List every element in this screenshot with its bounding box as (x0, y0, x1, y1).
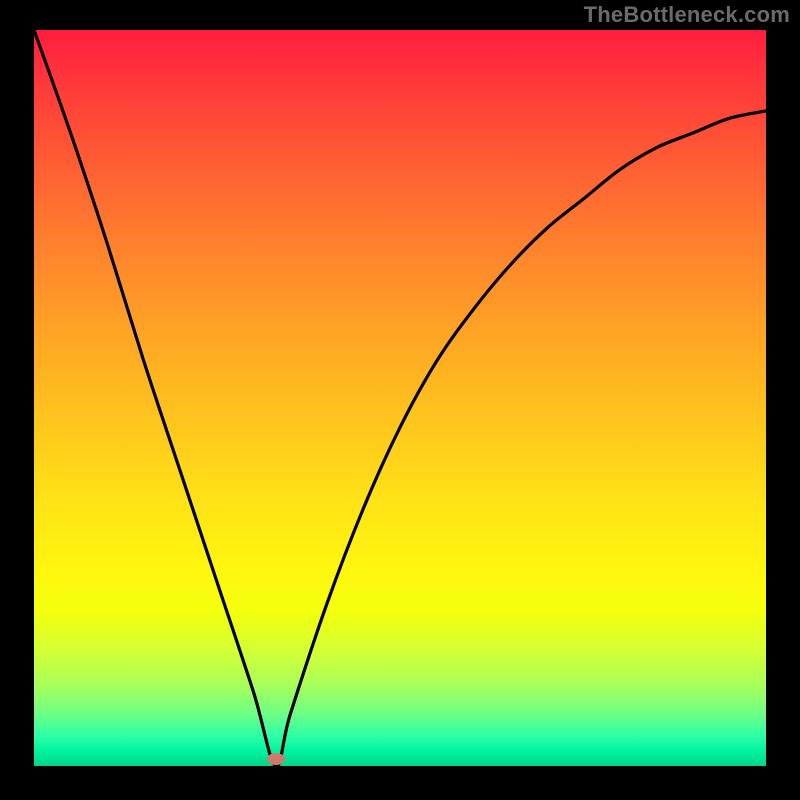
curve-path (34, 30, 766, 766)
watermark-text: TheBottleneck.com (584, 2, 790, 28)
plot-area (34, 30, 766, 766)
minimum-marker (267, 753, 285, 765)
bottleneck-curve (34, 30, 766, 766)
chart-frame: TheBottleneck.com (0, 0, 800, 800)
